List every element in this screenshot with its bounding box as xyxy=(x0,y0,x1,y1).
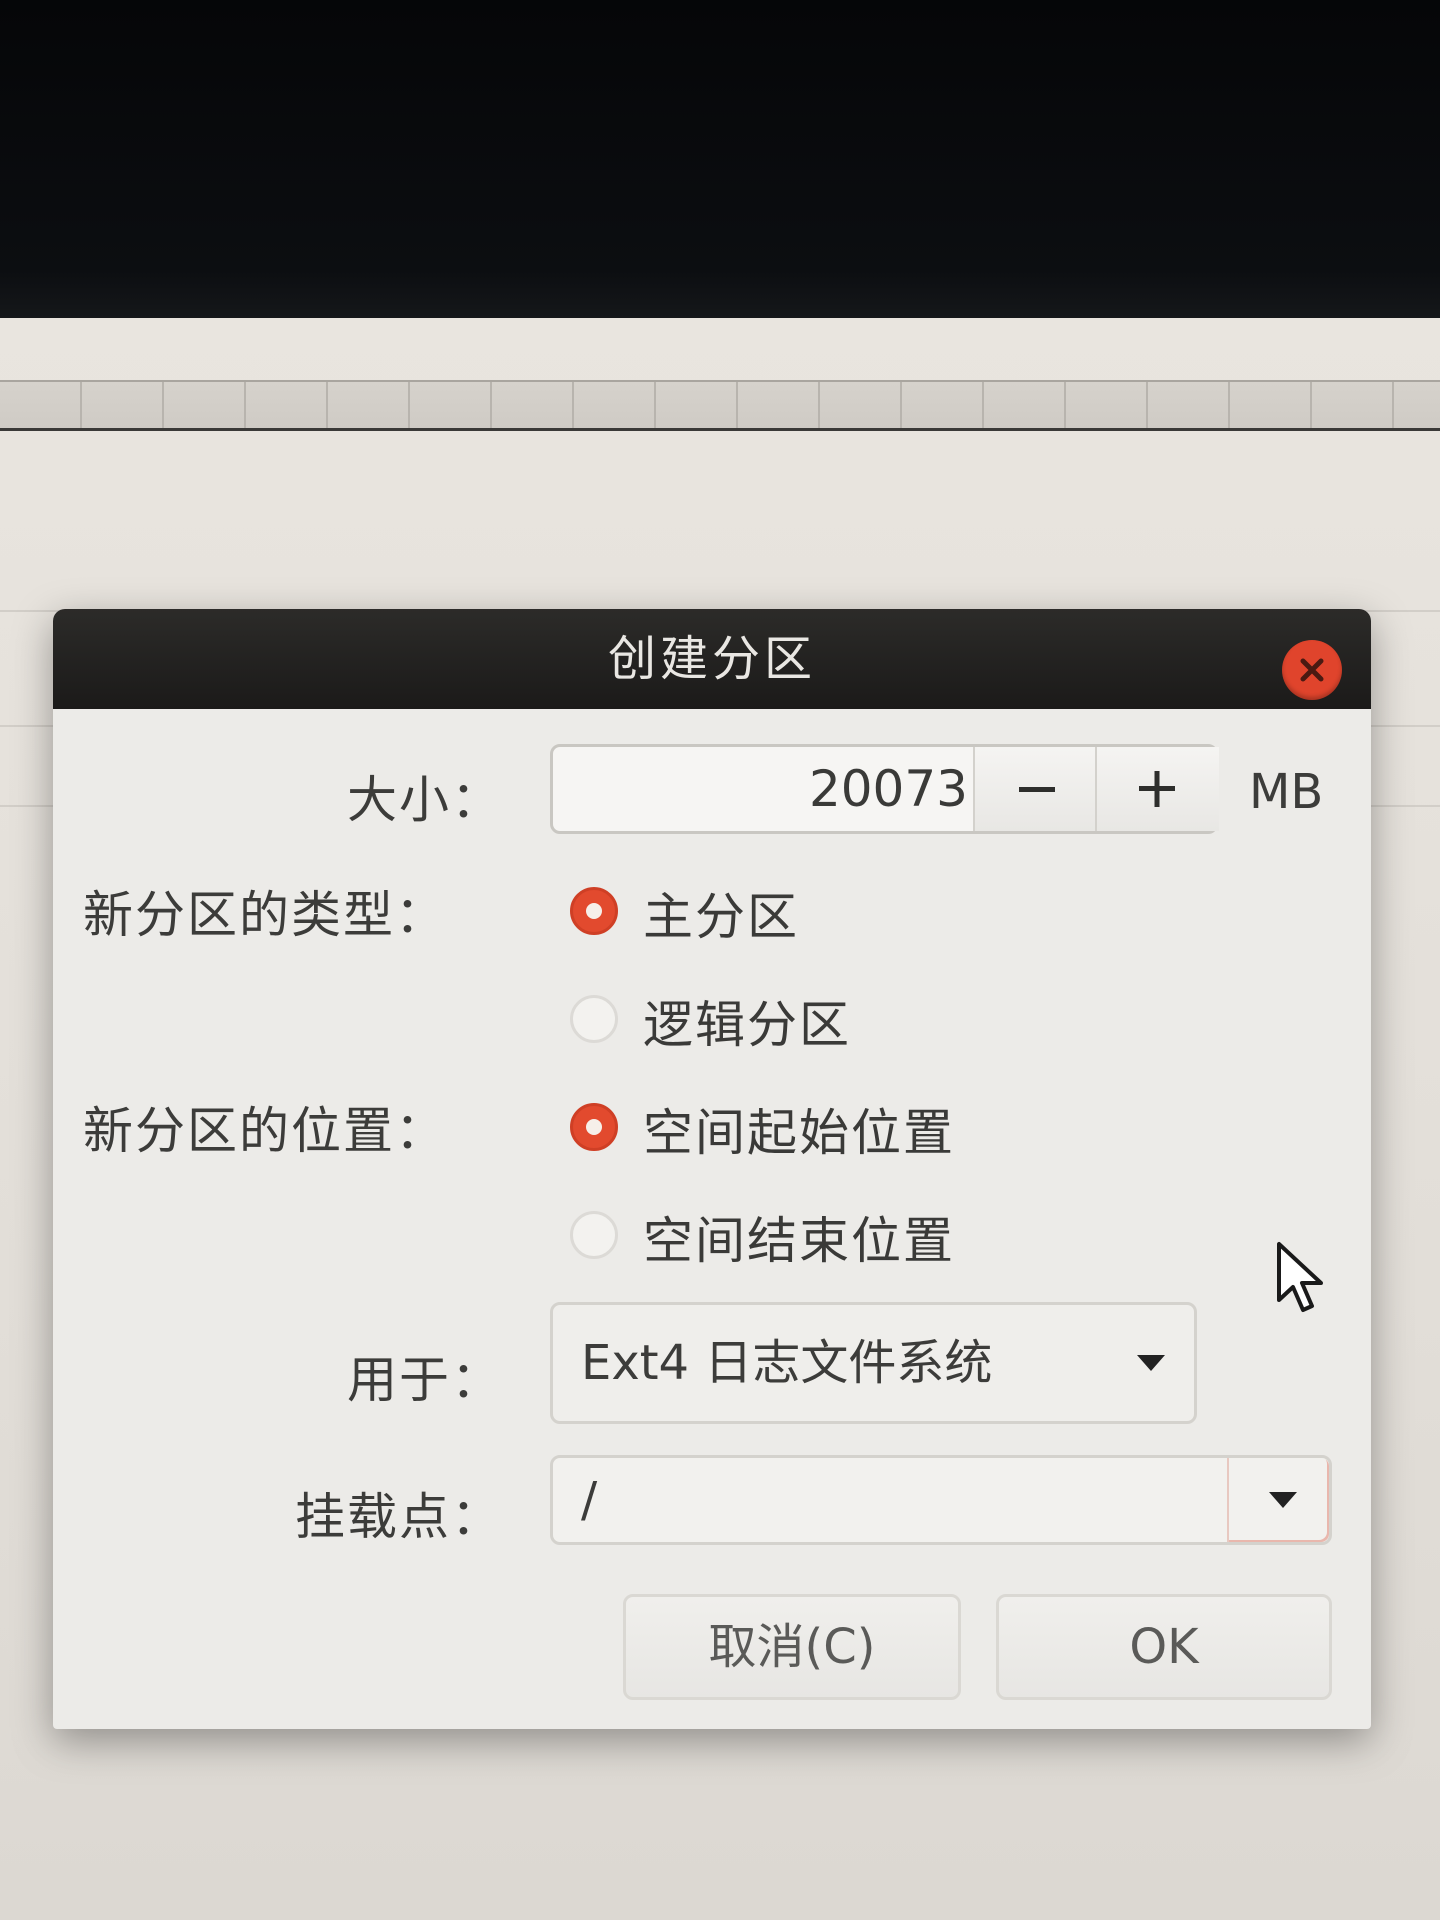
size-spin-button: 20073 xyxy=(550,744,1219,834)
monitor-bezel xyxy=(0,0,1440,318)
location-start-radio-label[interactable]: 空间起始位置 xyxy=(643,1093,955,1165)
primary-partition-radio-label[interactable]: 主分区 xyxy=(643,877,799,949)
size-unit: MB xyxy=(1249,764,1324,820)
mount-point-dropdown-button[interactable] xyxy=(1227,1458,1329,1542)
location-end-radio-label[interactable]: 空间结束位置 xyxy=(643,1201,955,1273)
primary-partition-radio[interactable] xyxy=(570,887,618,935)
dialog-title: 创建分区 xyxy=(607,631,816,687)
decrement-button[interactable] xyxy=(973,747,1097,831)
size-input[interactable]: 20073 xyxy=(553,747,968,831)
logical-partition-radio-label[interactable]: 逻辑分区 xyxy=(643,985,851,1057)
plus-icon xyxy=(1139,771,1175,807)
create-partition-dialog: 创建分区 大小： 20073 MB 新分区的类型： 主分区 逻辑分区 新分区的位… xyxy=(53,609,1371,1729)
cancel-button[interactable]: 取消(C) xyxy=(623,1594,961,1700)
caret-down-icon xyxy=(1269,1492,1297,1508)
mount-point-combo-entry[interactable]: / xyxy=(550,1455,1332,1545)
filesystem-value: Ext4 日志文件系统 xyxy=(581,1335,993,1391)
close-icon xyxy=(1300,658,1324,682)
logical-partition-radio[interactable] xyxy=(570,995,618,1043)
filesystem-combo[interactable]: Ext4 日志文件系统 xyxy=(550,1302,1197,1424)
location-end-radio[interactable] xyxy=(570,1211,618,1259)
mouse-pointer-icon xyxy=(1277,1242,1323,1312)
partition-location-label: 新分区的位置： xyxy=(83,1102,447,1160)
increment-button[interactable] xyxy=(1095,747,1219,831)
close-button[interactable] xyxy=(1282,640,1342,700)
use-as-label: 用于： xyxy=(347,1351,503,1409)
size-label: 大小： xyxy=(347,771,503,829)
ok-button[interactable]: OK xyxy=(996,1594,1332,1700)
caret-down-icon xyxy=(1137,1355,1165,1371)
minus-icon xyxy=(1019,787,1055,792)
mount-point-input[interactable]: / xyxy=(581,1458,597,1542)
partition-type-label: 新分区的类型： xyxy=(83,886,447,944)
background-ruler xyxy=(0,380,1440,431)
mount-point-label: 挂载点： xyxy=(295,1488,503,1546)
location-start-radio[interactable] xyxy=(570,1103,618,1151)
dialog-titlebar: 创建分区 xyxy=(53,609,1371,709)
